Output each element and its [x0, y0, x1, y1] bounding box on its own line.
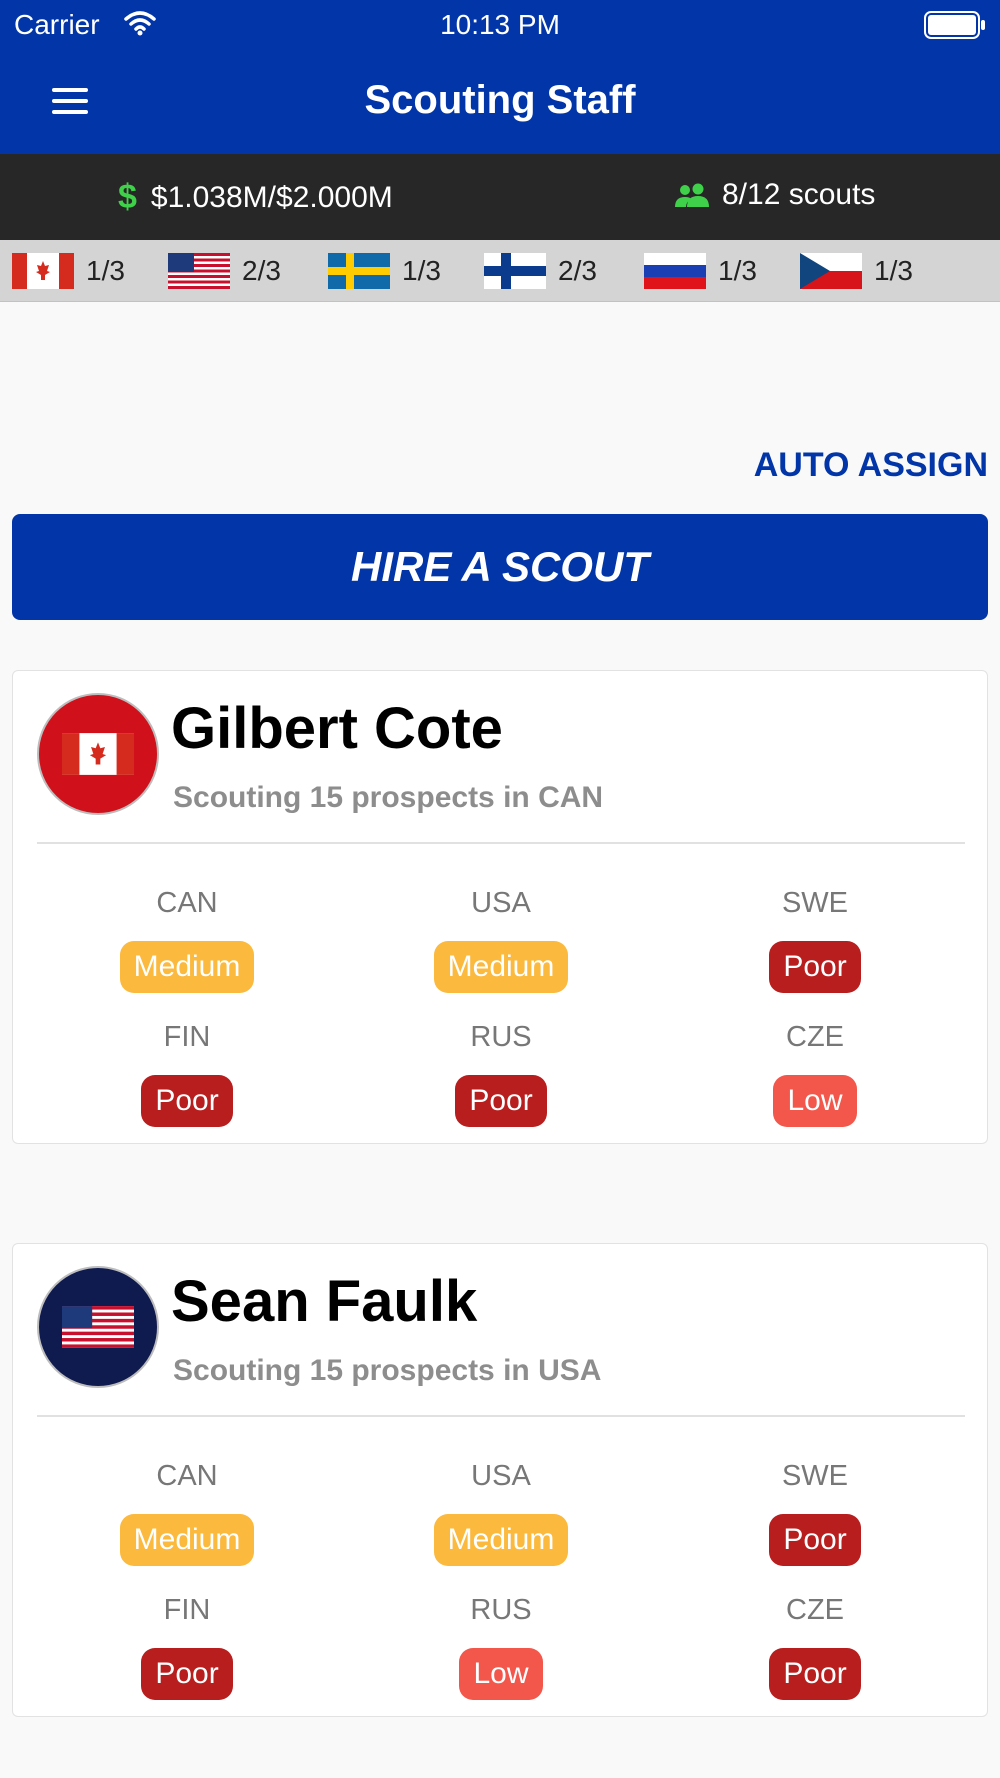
- canada-flag-icon: [12, 253, 74, 289]
- rating-country: FIN: [163, 1021, 211, 1053]
- rating-badge: Poor: [455, 1075, 547, 1127]
- russia-flag-icon: [644, 253, 706, 289]
- country-slot-count: 1/3: [402, 255, 441, 286]
- dollar-icon: $: [118, 178, 137, 216]
- rating-country: RUS: [470, 1594, 532, 1626]
- status-bar: Carrier 10:13 PM: [0, 0, 1000, 50]
- country-slot-cze[interactable]: 1/3: [800, 253, 913, 289]
- rating-badge: Poor: [769, 1514, 861, 1566]
- finland-flag-icon: [484, 253, 546, 289]
- scouts-summary: 8/12 scouts: [674, 178, 875, 212]
- budget-summary: $ $1.038M/$2.000M: [118, 178, 393, 217]
- divider: [37, 1415, 965, 1417]
- country-slot-fin[interactable]: 2/3: [484, 253, 597, 289]
- rating-badge: Low: [773, 1075, 857, 1127]
- rating-fin: FIN Poor: [87, 1017, 287, 1127]
- rating-cze: CZE Poor: [715, 1590, 915, 1700]
- rating-country: CAN: [156, 1460, 218, 1492]
- rating-badge: Poor: [769, 1648, 861, 1700]
- usa-flag-icon: [168, 253, 230, 289]
- rating-badge: Poor: [141, 1075, 233, 1127]
- rating-can: CAN Medium: [87, 1456, 287, 1566]
- hire-scout-button[interactable]: HIRE A SCOUT: [12, 514, 988, 620]
- canada-flag-icon: [62, 733, 134, 775]
- rating-country: RUS: [470, 1021, 532, 1053]
- country-slot-count: 2/3: [242, 255, 281, 286]
- country-slot-count: 2/3: [558, 255, 597, 286]
- budget-value: $1.038M/$2.000M: [150, 180, 393, 214]
- rating-rus: RUS Poor: [401, 1017, 601, 1127]
- rating-cze: CZE Low: [715, 1017, 915, 1127]
- usa-flag-icon: [62, 1306, 134, 1348]
- rating-swe: SWE Poor: [715, 883, 915, 993]
- sweden-flag-icon: [328, 253, 390, 289]
- scouts-count: 8/12 scouts: [722, 178, 876, 211]
- country-slots-bar: 1/3 2/3 1/3 2/3 1/3 1/3: [0, 240, 1000, 302]
- battery-icon: [924, 11, 985, 39]
- country-slot-count: 1/3: [86, 255, 125, 286]
- scout-assignment: Scouting 15 prospects in USA: [173, 1354, 602, 1387]
- country-slot-swe[interactable]: 1/3: [328, 253, 441, 289]
- country-slot-rus[interactable]: 1/3: [644, 253, 757, 289]
- rating-usa: USA Medium: [401, 1456, 601, 1566]
- country-slot-count: 1/3: [874, 255, 913, 286]
- scout-assignment: Scouting 15 prospects in CAN: [173, 781, 604, 814]
- rating-usa: USA Medium: [401, 883, 601, 993]
- avatar: [37, 693, 159, 815]
- rating-country: SWE: [781, 1460, 849, 1492]
- scout-name: Sean Faulk: [171, 1269, 478, 1334]
- rating-badge: Poor: [141, 1648, 233, 1700]
- avatar: [37, 1266, 159, 1388]
- scout-card[interactable]: Sean Faulk Scouting 15 prospects in USA …: [12, 1243, 988, 1717]
- divider: [37, 842, 965, 844]
- rating-country: USA: [471, 887, 531, 919]
- rating-rus: RUS Low: [401, 1590, 601, 1700]
- rating-country: CZE: [786, 1021, 844, 1053]
- czech-flag-icon: [800, 253, 862, 289]
- rating-swe: SWE Poor: [715, 1456, 915, 1566]
- rating-fin: FIN Poor: [87, 1590, 287, 1700]
- rating-country: CAN: [156, 887, 218, 919]
- rating-country: FIN: [163, 1594, 211, 1626]
- rating-badge: Low: [459, 1648, 543, 1700]
- rating-badge: Medium: [119, 941, 255, 993]
- rating-can: CAN Medium: [87, 883, 287, 993]
- rating-country: CZE: [786, 1594, 844, 1626]
- country-slot-usa[interactable]: 2/3: [168, 253, 281, 289]
- scout-name: Gilbert Cote: [171, 696, 503, 761]
- rating-badge: Medium: [433, 1514, 569, 1566]
- summary-bar: $ $1.038M/$2.000M 8/12 scouts: [0, 154, 1000, 240]
- rating-badge: Poor: [769, 941, 861, 993]
- country-slot-can[interactable]: 1/3: [12, 253, 125, 289]
- rating-country: USA: [471, 1460, 531, 1492]
- rating-badge: Medium: [433, 941, 569, 993]
- scout-card[interactable]: Gilbert Cote Scouting 15 prospects in CA…: [12, 670, 988, 1144]
- rating-country: SWE: [781, 887, 849, 919]
- people-icon: [675, 183, 709, 207]
- clock: 10:13 PM: [440, 9, 560, 40]
- rating-badge: Medium: [119, 1514, 255, 1566]
- app-header: Carrier 10:13 PM Scouting Staff: [0, 0, 1000, 154]
- page-title: Scouting Staff: [364, 78, 636, 122]
- auto-assign-button[interactable]: AUTO ASSIGN: [754, 446, 988, 485]
- country-slot-count: 1/3: [718, 255, 757, 286]
